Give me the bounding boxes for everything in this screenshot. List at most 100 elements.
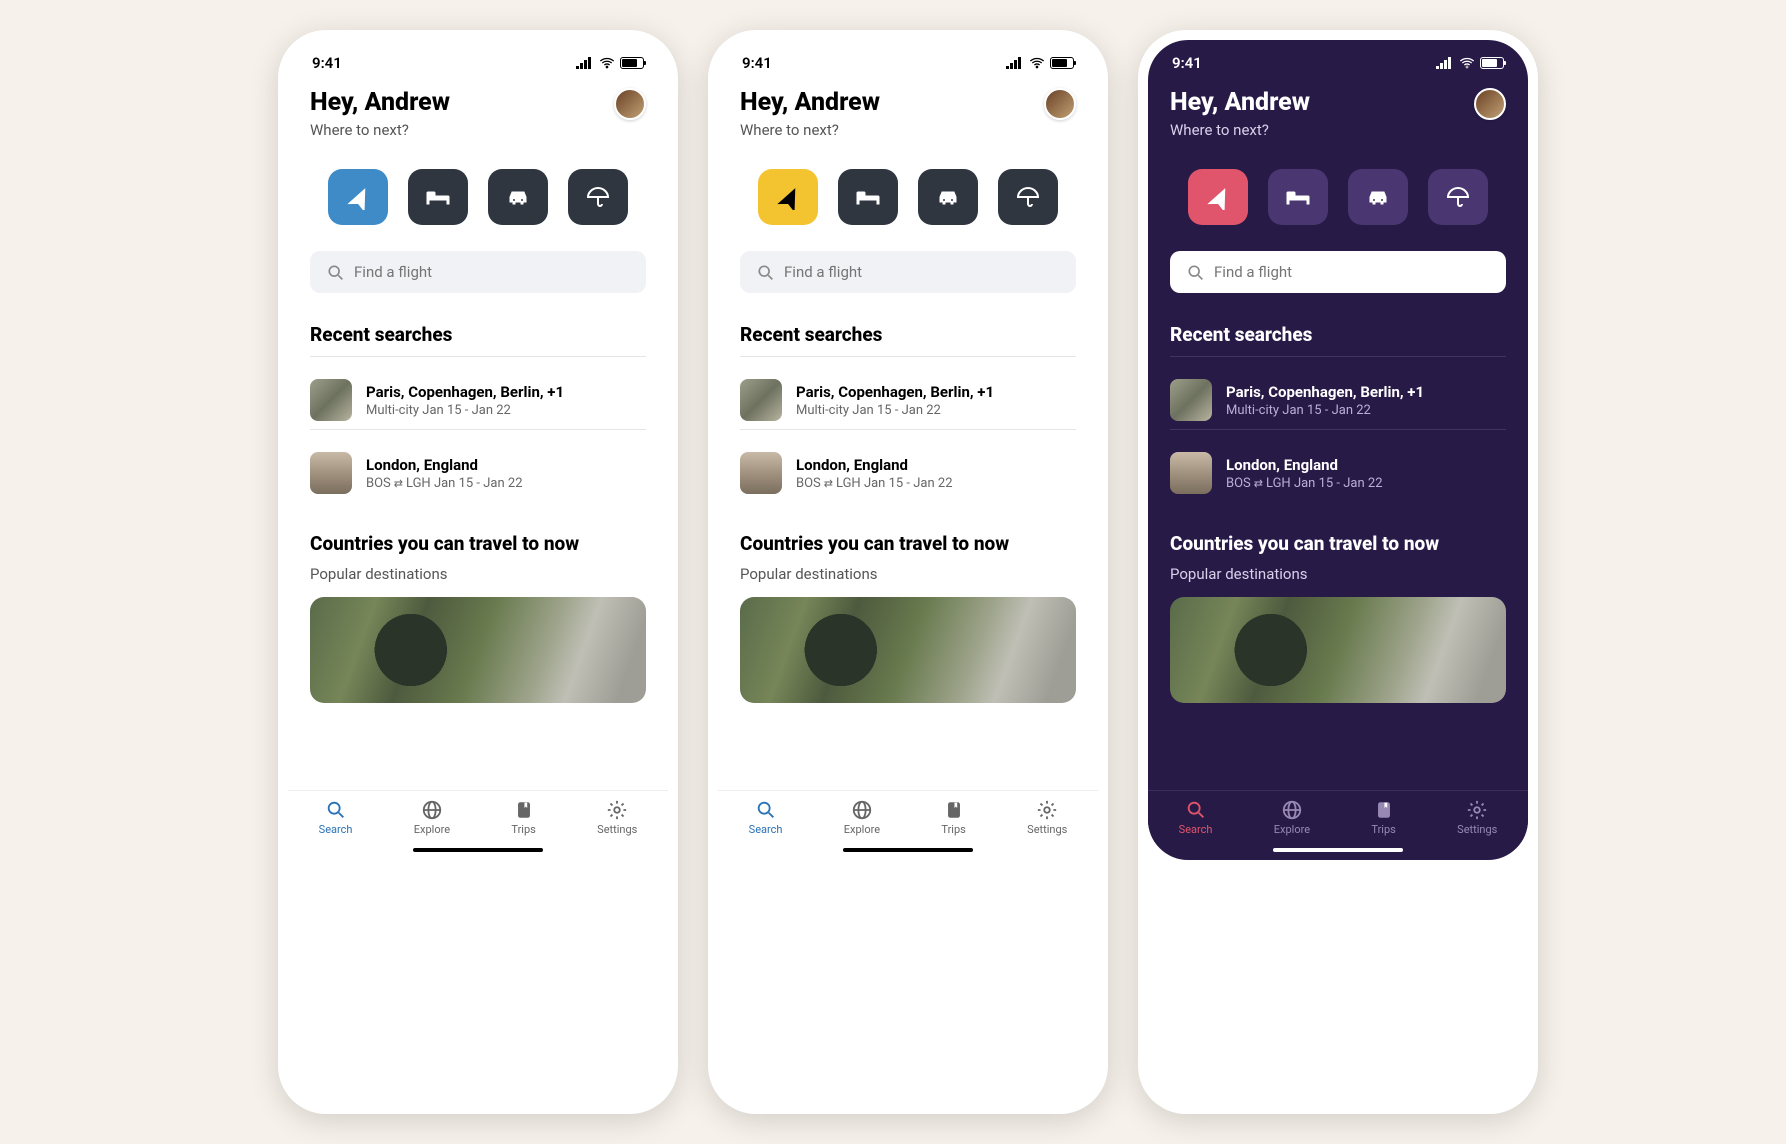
category-plane[interactable] [1188,169,1248,225]
recent-title: London, England [366,456,523,474]
tab-trips[interactable]: Trips [511,799,535,836]
search-bar[interactable] [310,251,646,293]
recent-search-item[interactable]: Paris, Copenhagen, Berlin, +1 Multi-city… [1170,371,1506,429]
travel-section-subtitle: Popular destinations [740,565,1076,583]
recent-subtitle: BOS⇄LGH Jan 15 - Jan 22 [1226,476,1383,491]
recent-search-item[interactable]: Paris, Copenhagen, Berlin, +1 Multi-city… [310,371,646,429]
globe-icon [1281,799,1303,821]
home-indicator[interactable] [843,848,973,852]
tab-settings[interactable]: Settings [1027,799,1067,836]
category-bed[interactable] [408,169,468,225]
recent-title: London, England [1226,456,1383,474]
search-icon [756,263,774,281]
recent-section-title: Recent searches [310,323,646,346]
divider [1170,356,1506,357]
tab-search[interactable]: Search [319,799,353,836]
bed-icon [1285,184,1311,210]
tab-settings[interactable]: Settings [1457,799,1497,836]
divider [740,429,1076,430]
travel-section-title: Countries you can travel to now [310,532,646,555]
tab-label: Explore [844,823,880,836]
tab-label: Search [1179,823,1213,836]
avatar[interactable] [614,88,646,120]
avatar[interactable] [1044,88,1076,120]
destination-image[interactable] [310,597,646,703]
search-input[interactable] [354,263,630,281]
destination-image[interactable] [1170,597,1506,703]
home-indicator[interactable] [1273,848,1403,852]
search-bar[interactable] [740,251,1076,293]
status-bar: 9:41 [718,40,1098,80]
tab-explore[interactable]: Explore [1274,799,1310,836]
greeting-title: Hey, Andrew [310,88,450,117]
recent-search-item[interactable]: Paris, Copenhagen, Berlin, +1 Multi-city… [740,371,1076,429]
phone-mockup-yellow: 9:41 Hey, Andrew Where to next? [708,30,1108,1114]
travel-section-title: Countries you can travel to now [1170,532,1506,555]
category-plane[interactable] [758,169,818,225]
tab-trips[interactable]: Trips [941,799,965,836]
category-row [310,169,646,225]
status-bar: 9:41 [1148,40,1528,80]
tab-label: Settings [597,823,637,836]
phone-mockup-light: 9:41 Hey, Andrew Where to next? [278,30,678,1114]
destination-thumbnail [1170,452,1212,494]
greeting-subtitle: Where to next? [1170,121,1310,139]
car-icon [935,184,961,210]
search-icon [1185,799,1207,821]
tab-settings[interactable]: Settings [597,799,637,836]
divider [310,356,646,357]
travel-section-subtitle: Popular destinations [310,565,646,583]
tab-bar: Search Explore Trips Settings [1148,790,1528,842]
tab-label: Search [319,823,353,836]
tab-explore[interactable]: Explore [414,799,450,836]
destination-image[interactable] [740,597,1076,703]
category-car[interactable] [1348,169,1408,225]
bookmark-icon [513,799,535,821]
tab-label: Trips [941,823,965,836]
category-car[interactable] [918,169,978,225]
recent-subtitle: Multi-city Jan 15 - Jan 22 [1226,403,1424,418]
umbrella-icon [1015,184,1041,210]
tab-label: Trips [511,823,535,836]
gear-icon [1036,799,1058,821]
recent-subtitle: Multi-city Jan 15 - Jan 22 [366,403,564,418]
category-bed[interactable] [1268,169,1328,225]
search-input[interactable] [1214,263,1490,281]
recent-section-title: Recent searches [1170,323,1506,346]
destination-thumbnail [310,379,352,421]
recent-search-item[interactable]: London, England BOS⇄LGH Jan 15 - Jan 22 [310,444,646,502]
phone-mockup-dark: 9:41 Hey, Andrew Where to next? [1138,30,1538,1114]
category-umbrella[interactable] [568,169,628,225]
category-umbrella[interactable] [1428,169,1488,225]
umbrella-icon [585,184,611,210]
plane-icon [775,184,801,210]
recent-section-title: Recent searches [740,323,1076,346]
search-icon [755,799,777,821]
avatar[interactable] [1474,88,1506,120]
tab-label: Settings [1457,823,1497,836]
search-icon [325,799,347,821]
tab-trips[interactable]: Trips [1371,799,1395,836]
cellular-icon [576,57,594,69]
greeting-title: Hey, Andrew [740,88,880,117]
tab-search[interactable]: Search [1179,799,1213,836]
home-indicator[interactable] [413,848,543,852]
search-bar[interactable] [1170,251,1506,293]
greeting-subtitle: Where to next? [740,121,880,139]
status-icons [576,57,644,69]
category-plane[interactable] [328,169,388,225]
recent-title: Paris, Copenhagen, Berlin, +1 [366,383,564,401]
category-car[interactable] [488,169,548,225]
category-bed[interactable] [838,169,898,225]
category-umbrella[interactable] [998,169,1058,225]
search-input[interactable] [784,263,1060,281]
cellular-icon [1436,57,1454,69]
car-icon [505,184,531,210]
tab-label: Explore [414,823,450,836]
tab-label: Search [749,823,783,836]
recent-search-item[interactable]: London, England BOS⇄LGH Jan 15 - Jan 22 [740,444,1076,502]
tab-explore[interactable]: Explore [844,799,880,836]
tab-label: Settings [1027,823,1067,836]
recent-search-item[interactable]: London, England BOS⇄LGH Jan 15 - Jan 22 [1170,444,1506,502]
tab-search[interactable]: Search [749,799,783,836]
